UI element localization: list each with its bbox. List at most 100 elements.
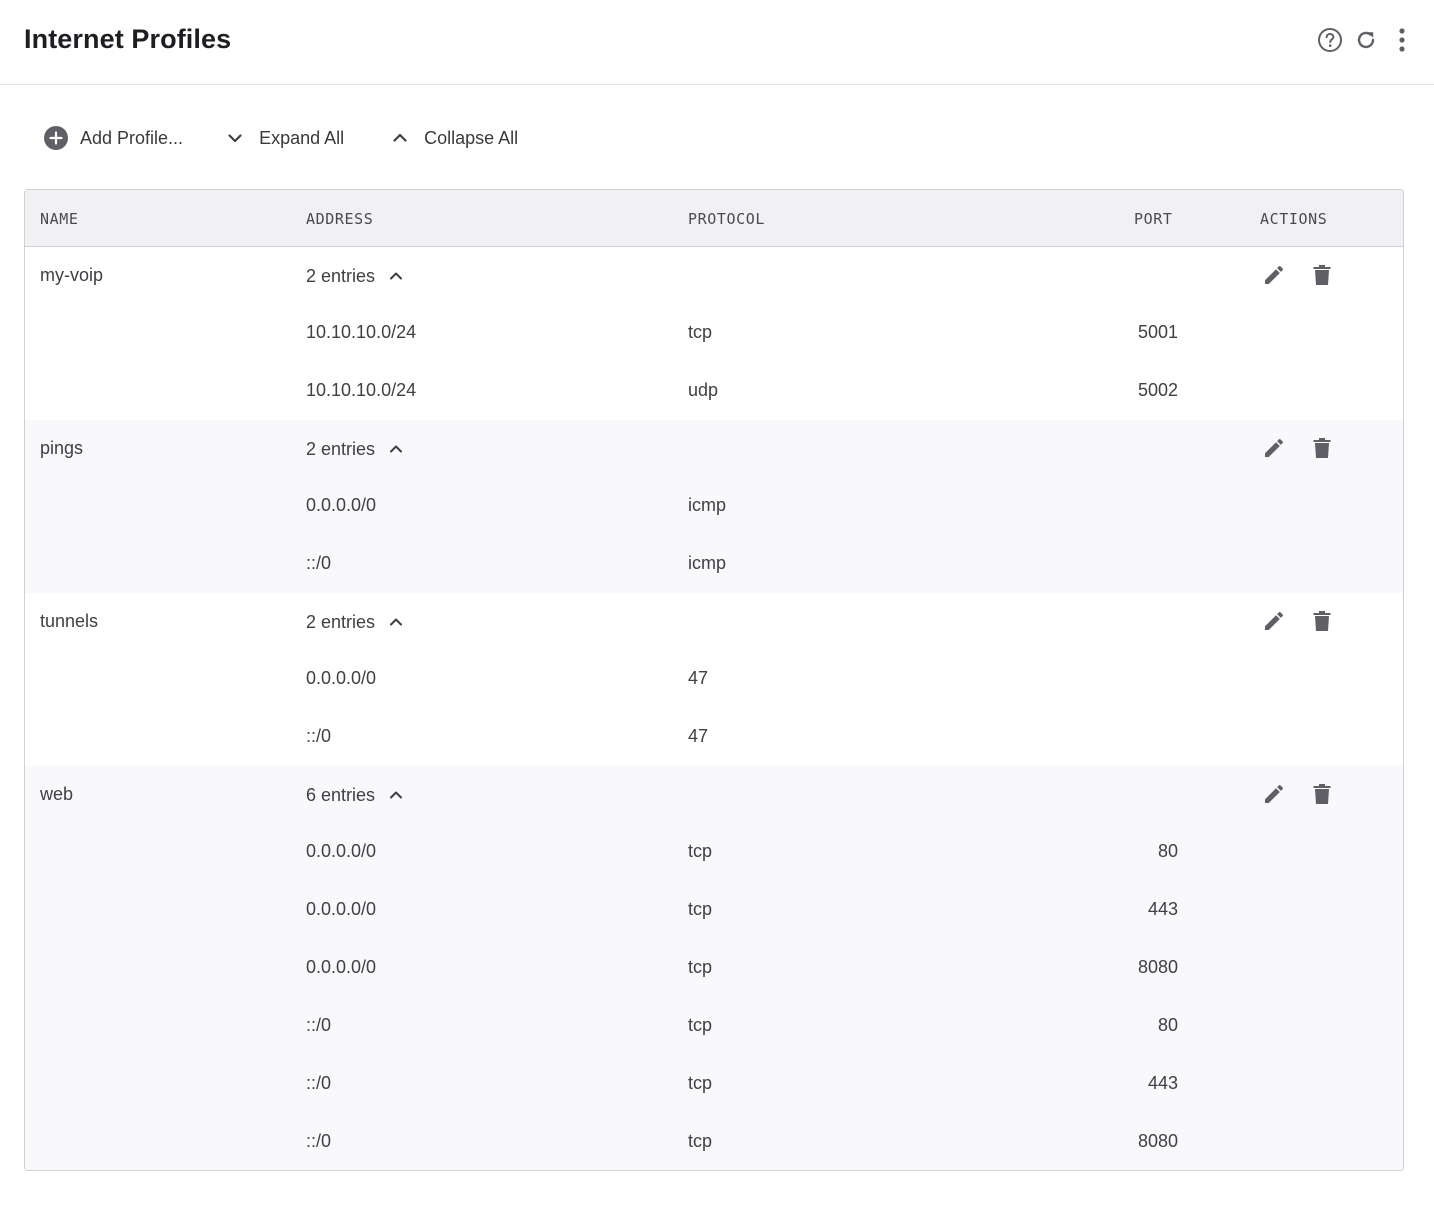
delete-icon[interactable] bbox=[1307, 606, 1337, 636]
header-actions bbox=[1316, 26, 1416, 54]
entries-toggle[interactable]: 6 entries bbox=[306, 784, 407, 806]
chevron-up-icon bbox=[385, 611, 407, 633]
entry-address: ::/0 bbox=[306, 1131, 332, 1151]
profile-group: pings 2 entries 0.0.0.0/0 icmp::/0 icmp bbox=[25, 420, 1403, 593]
profiles-table: NAME ADDRESS PROTOCOL PORT ACTIONS my-vo… bbox=[24, 189, 1404, 1171]
table-row: 10.10.10.0/24 tcp 5001 bbox=[25, 304, 1403, 362]
entry-protocol: tcp bbox=[688, 1015, 713, 1035]
entry-port: 5002 bbox=[1137, 380, 1178, 400]
entry-protocol: tcp bbox=[688, 899, 713, 919]
add-profile-label: Add Profile... bbox=[80, 127, 184, 148]
table-row: ::/0 tcp 443 bbox=[25, 1055, 1403, 1113]
entry-address: 0.0.0.0/0 bbox=[306, 495, 377, 515]
page-header: Internet Profiles bbox=[0, 0, 1434, 85]
entry-port: 8080 bbox=[1137, 957, 1178, 977]
entry-address: 0.0.0.0/0 bbox=[306, 841, 377, 861]
help-circle-icon[interactable] bbox=[1316, 26, 1344, 54]
table-body: my-voip 2 entries 10.10.10.0/24 tcp 5001 10.… bbox=[25, 247, 1403, 1170]
table-row: 0.0.0.0/0 tcp 80 bbox=[25, 823, 1403, 881]
entry-protocol: udp bbox=[688, 380, 719, 400]
edit-icon[interactable] bbox=[1259, 606, 1289, 636]
expand-all-label: Expand All bbox=[259, 127, 345, 148]
entries-toggle[interactable]: 2 entries bbox=[306, 438, 407, 460]
table-row: 10.10.10.0/24 udp 5002 bbox=[25, 362, 1403, 420]
toolbar: Add Profile... Expand All Collapse All bbox=[42, 122, 518, 154]
expand-all-button[interactable]: Expand All bbox=[221, 122, 344, 154]
chevron-up-icon bbox=[385, 438, 407, 460]
table-row: 0.0.0.0/0 tcp 8080 bbox=[25, 939, 1403, 997]
profile-name: web bbox=[40, 784, 74, 804]
entry-port: 80 bbox=[1157, 1015, 1178, 1035]
delete-icon[interactable] bbox=[1307, 779, 1337, 809]
column-header-protocol[interactable]: PROTOCOL bbox=[688, 210, 765, 228]
edit-icon[interactable] bbox=[1259, 433, 1289, 463]
entry-protocol: 47 bbox=[688, 726, 709, 746]
entry-address: ::/0 bbox=[306, 1015, 332, 1035]
edit-icon[interactable] bbox=[1259, 779, 1289, 809]
column-header-actions: ACTIONS bbox=[1260, 210, 1328, 228]
table-row: ::/0 icmp bbox=[25, 535, 1403, 593]
delete-icon[interactable] bbox=[1307, 433, 1337, 463]
entries-count: 6 entries bbox=[306, 784, 376, 805]
edit-icon[interactable] bbox=[1259, 260, 1289, 290]
entry-protocol: tcp bbox=[688, 1073, 713, 1093]
collapse-all-label: Collapse All bbox=[424, 127, 519, 148]
more-vertical-icon[interactable] bbox=[1388, 26, 1416, 54]
entry-address: 0.0.0.0/0 bbox=[306, 957, 377, 977]
profile-name: tunnels bbox=[40, 611, 99, 631]
column-header-port[interactable]: PORT bbox=[1134, 210, 1173, 228]
entries-count: 2 entries bbox=[306, 438, 376, 459]
entry-protocol: tcp bbox=[688, 322, 713, 342]
entry-address: ::/0 bbox=[306, 553, 332, 573]
entry-port: 443 bbox=[1147, 899, 1178, 919]
chevron-up-icon bbox=[385, 784, 407, 806]
entry-protocol: tcp bbox=[688, 957, 713, 977]
profile-group: web 6 entries 0.0.0.0/0 tcp 80 0.0.0.0/0 tcp 4… bbox=[25, 766, 1403, 1170]
profile-name: pings bbox=[40, 438, 84, 458]
entry-address: ::/0 bbox=[306, 726, 332, 746]
entry-protocol: icmp bbox=[688, 553, 727, 573]
profile-row: tunnels 2 entries bbox=[25, 593, 1403, 650]
table-header: NAME ADDRESS PROTOCOL PORT ACTIONS bbox=[25, 190, 1403, 247]
entry-address: 10.10.10.0/24 bbox=[306, 380, 417, 400]
entries-toggle[interactable]: 2 entries bbox=[306, 611, 407, 633]
entry-address: 10.10.10.0/24 bbox=[306, 322, 417, 342]
entry-port: 443 bbox=[1147, 1073, 1178, 1093]
entry-address: ::/0 bbox=[306, 1073, 332, 1093]
refresh-icon[interactable] bbox=[1352, 26, 1380, 54]
chevron-down-icon bbox=[221, 124, 249, 152]
table-row: 0.0.0.0/0 47 bbox=[25, 650, 1403, 708]
table-row: ::/0 47 bbox=[25, 708, 1403, 766]
profile-group: tunnels 2 entries 0.0.0.0/0 47::/0 47 bbox=[25, 593, 1403, 766]
entry-protocol: tcp bbox=[688, 1131, 713, 1151]
profile-row: pings 2 entries bbox=[25, 420, 1403, 477]
entry-protocol: tcp bbox=[688, 841, 713, 861]
column-header-name[interactable]: NAME bbox=[40, 210, 79, 228]
page-title: Internet Profiles bbox=[24, 24, 232, 54]
entries-count: 2 entries bbox=[306, 611, 376, 632]
delete-icon[interactable] bbox=[1307, 260, 1337, 290]
chevron-up-icon bbox=[386, 124, 414, 152]
entry-address: 0.0.0.0/0 bbox=[306, 668, 377, 688]
profile-row: web 6 entries bbox=[25, 766, 1403, 823]
column-header-address[interactable]: ADDRESS bbox=[306, 210, 373, 228]
entry-port: 80 bbox=[1157, 841, 1178, 861]
profile-name: my-voip bbox=[40, 265, 104, 285]
entries-count: 2 entries bbox=[306, 265, 376, 286]
entry-port: 8080 bbox=[1137, 1131, 1178, 1151]
plus-circle-icon bbox=[42, 124, 70, 152]
entry-protocol: 47 bbox=[688, 668, 709, 688]
table-row: 0.0.0.0/0 tcp 443 bbox=[25, 881, 1403, 939]
profile-group: my-voip 2 entries 10.10.10.0/24 tcp 5001 10.… bbox=[25, 247, 1403, 420]
profile-row: my-voip 2 entries bbox=[25, 247, 1403, 304]
table-row: ::/0 tcp 8080 bbox=[25, 1113, 1403, 1170]
entry-port: 5001 bbox=[1137, 322, 1178, 342]
table-row: ::/0 tcp 80 bbox=[25, 997, 1403, 1055]
entries-toggle[interactable]: 2 entries bbox=[306, 265, 407, 287]
add-profile-button[interactable]: Add Profile... bbox=[42, 122, 183, 154]
collapse-all-button[interactable]: Collapse All bbox=[386, 122, 518, 154]
table-row: 0.0.0.0/0 icmp bbox=[25, 477, 1403, 535]
chevron-up-icon bbox=[385, 265, 407, 287]
entry-protocol: icmp bbox=[688, 495, 727, 515]
entry-address: 0.0.0.0/0 bbox=[306, 899, 377, 919]
